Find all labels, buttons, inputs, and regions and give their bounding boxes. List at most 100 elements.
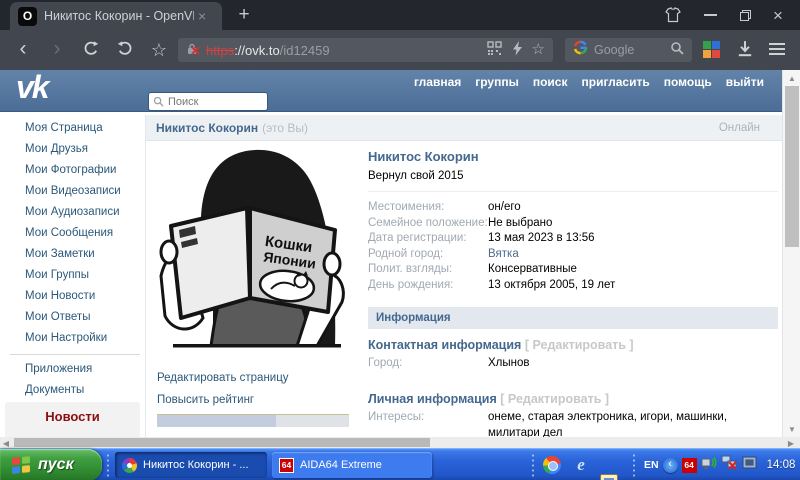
aida64-tray-icon[interactable]: 64: [681, 457, 697, 473]
contact-rows: Город: Хлынов: [368, 356, 778, 372]
nav-invite[interactable]: пригласить: [581, 75, 649, 89]
sidebar-item-groups[interactable]: Мои Группы: [10, 265, 140, 286]
restore-button[interactable]: [732, 0, 758, 30]
openvk-favicon-icon: O: [18, 6, 37, 26]
tab-close-icon[interactable]: ×: [198, 8, 206, 24]
online-badge: Онлайн: [718, 121, 760, 134]
field-row: Местоимения: он/его: [368, 200, 778, 216]
scroll-left-icon[interactable]: ◀: [0, 439, 12, 448]
language-indicator[interactable]: EN: [644, 459, 659, 471]
sidebar-item-documents[interactable]: Документы: [10, 380, 140, 401]
sidebar-item-settings[interactable]: Мои Настройки: [10, 328, 140, 349]
browser-window: O Никитос Кокорин - OpenVK × + × ‹ › ☆ h…: [0, 0, 800, 448]
field-row: День рождения: 13 октября 2005, 19 лет: [368, 278, 778, 294]
vk-logo[interactable]: vk: [16, 70, 50, 106]
url-host: ://ovk.to: [234, 42, 280, 58]
address-bar[interactable]: https://ovk.to/id12459 ☆: [178, 38, 553, 62]
info-section-header: Информация: [368, 307, 778, 329]
nav-groups[interactable]: группы: [475, 75, 519, 89]
url-scheme: https: [206, 42, 235, 58]
vk-search-input[interactable]: [168, 95, 258, 108]
internet-explorer-icon[interactable]: e: [572, 456, 590, 474]
menu-icon[interactable]: [769, 43, 785, 55]
start-button[interactable]: пуск: [0, 449, 102, 480]
sidebar-item-news[interactable]: Мои Новости: [10, 286, 140, 307]
sidebar-item-videos[interactable]: Мои Видеозаписи: [10, 181, 140, 202]
start-label: пуск: [38, 456, 74, 473]
page-star-icon[interactable]: ☆: [532, 38, 545, 62]
taskbar-separator: [632, 453, 636, 477]
personal-edit-link[interactable]: [ Редактировать ]: [500, 392, 609, 406]
profile-header-suffix: (это Вы): [262, 120, 308, 135]
horizontal-scroll-thumb[interactable]: [14, 438, 430, 447]
scroll-down-icon[interactable]: ▼: [783, 425, 800, 434]
reload-icon[interactable]: [78, 40, 104, 64]
aida64-app-icon: 64: [279, 457, 294, 473]
nav-help[interactable]: помощь: [664, 75, 712, 89]
field-label: Дата регистрации:: [368, 232, 467, 244]
edit-page-link[interactable]: Редактировать страницу: [157, 372, 289, 384]
vk-search-box[interactable]: [148, 92, 268, 111]
taskbar-clock[interactable]: 14:08: [767, 459, 796, 471]
downloads-icon[interactable]: [736, 40, 754, 63]
tab-bar: O Никитос Кокорин - OpenVK × + ×: [0, 0, 800, 30]
lightning-icon[interactable]: [511, 41, 524, 59]
sidebar-item-audios[interactable]: Мои Аудиозаписи: [10, 202, 140, 223]
sidebar-item-messages[interactable]: Мои Сообщения: [10, 223, 140, 244]
window-close-button[interactable]: ×: [765, 0, 791, 30]
rating-fill: [157, 415, 277, 427]
field-label: День рождения:: [368, 278, 454, 291]
search-magnifier-icon[interactable]: [670, 41, 684, 60]
apps-grid-icon[interactable]: [703, 41, 720, 58]
network-error-tray-icon[interactable]: [721, 455, 738, 475]
raise-rating-link[interactable]: Повысить рейтинг: [157, 394, 254, 406]
field-value: он/его: [488, 201, 521, 213]
back-icon[interactable]: ‹: [10, 38, 36, 62]
app-shortcut-icon[interactable]: [600, 474, 618, 480]
memory-card-tray-icon[interactable]: [742, 455, 757, 475]
sidebar-item-notes[interactable]: Мои Заметки: [10, 244, 140, 265]
contact-edit-link[interactable]: [ Редактировать ]: [525, 338, 634, 352]
sidebar-item-friends[interactable]: Мои Друзья: [10, 139, 140, 160]
search-engine-label: Google: [594, 43, 635, 57]
vertical-scroll-thumb[interactable]: [785, 86, 799, 247]
profile-header-name: Никитос Кокорин: [156, 120, 259, 135]
nav-logout[interactable]: выйти: [726, 75, 764, 89]
tab-title: Никитос Кокорин - OpenVK: [44, 9, 194, 23]
task-button-aida64[interactable]: 64 AIDA64 Extreme: [272, 452, 432, 478]
forward-icon[interactable]: ›: [44, 38, 70, 62]
qr-code-icon[interactable]: [486, 41, 502, 59]
profile-status[interactable]: Вернул свой 2015: [368, 170, 778, 192]
sidebar-item-photos[interactable]: Мои Фотографии: [10, 160, 140, 181]
sidebar: Моя Страница Мои Друзья Мои Фотографии М…: [10, 118, 140, 401]
new-tab-button[interactable]: +: [232, 2, 256, 28]
task-button-browser[interactable]: Никитос Кокорин - ...: [115, 452, 267, 478]
browser-tab[interactable]: O Никитос Кокорин - OpenVK ×: [10, 2, 222, 30]
horizontal-scrollbar[interactable]: ◀: [0, 437, 782, 448]
url-path: /id12459: [279, 42, 330, 58]
nav-search[interactable]: поиск: [533, 75, 568, 89]
system-tray: EN ‹ 64 14:08: [644, 449, 795, 480]
sidebar-item-answers[interactable]: Мои Ответы: [10, 307, 140, 328]
nav-home[interactable]: главная: [414, 75, 461, 89]
rating-bar[interactable]: [157, 414, 349, 427]
vk-nav: главная группы поиск пригласить помощь в…: [414, 75, 764, 89]
volume-tray-icon[interactable]: [701, 455, 717, 475]
avatar[interactable]: Кошки Японии: [155, 146, 355, 356]
scroll-right-icon[interactable]: ▶: [782, 439, 800, 448]
undo-icon[interactable]: [112, 40, 138, 64]
theme-tshirt-icon[interactable]: [660, 0, 686, 30]
scroll-up-icon[interactable]: ▲: [783, 74, 800, 83]
sidebar-item-apps[interactable]: Приложения: [10, 359, 140, 380]
tray-collapse-icon[interactable]: ‹: [662, 457, 678, 473]
bookmark-star-icon[interactable]: ☆: [146, 38, 172, 62]
vertical-scrollbar[interactable]: ▲ ▼: [782, 70, 800, 437]
chrome-icon[interactable]: [543, 456, 561, 474]
minimize-button[interactable]: [697, 0, 723, 30]
field-label: Семейное положение:: [368, 216, 488, 229]
task-title: Никитос Кокорин - ...: [143, 459, 249, 471]
task-title: AIDA64 Extreme: [300, 459, 382, 471]
search-bar[interactable]: Google: [565, 38, 692, 62]
sidebar-item-my-page[interactable]: Моя Страница: [10, 118, 140, 139]
hometown-link[interactable]: Вятка: [488, 247, 519, 263]
